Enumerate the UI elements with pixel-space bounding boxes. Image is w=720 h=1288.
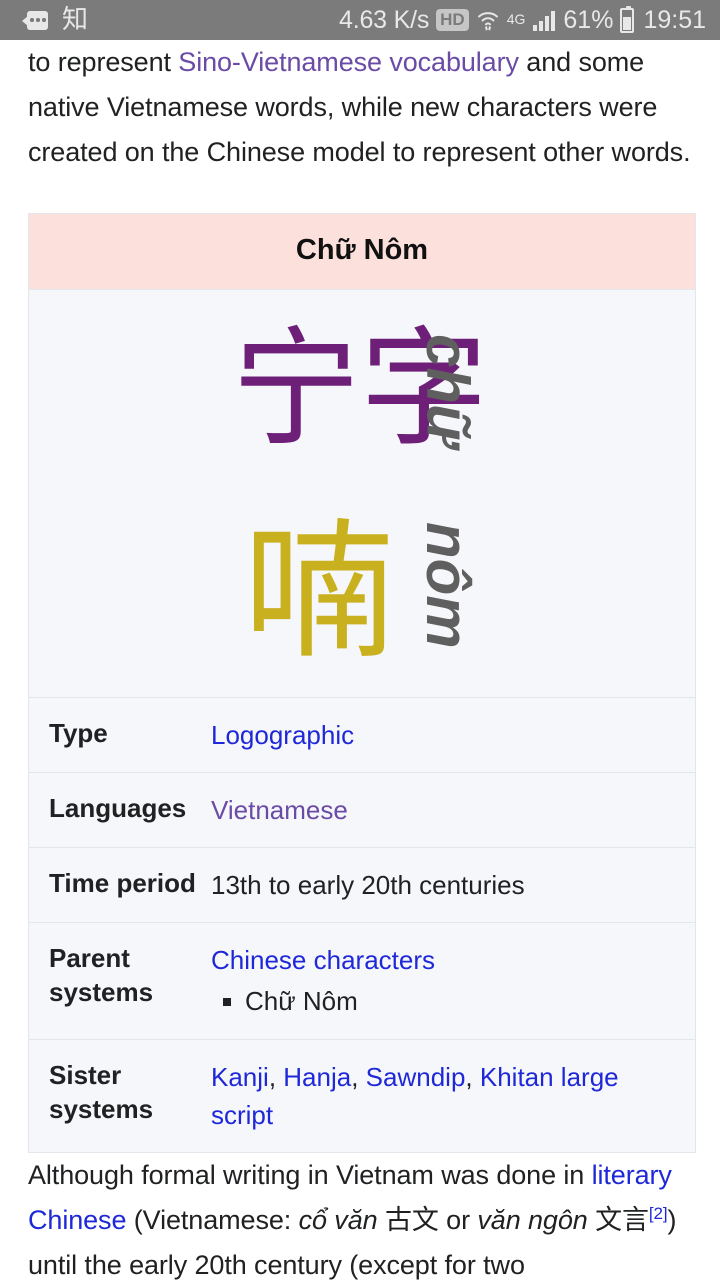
infobox-value-languages: Vietnamese bbox=[211, 772, 696, 848]
link-sawndip[interactable]: Sawndip bbox=[366, 1062, 466, 1092]
paragraph-bottom-mid2: or bbox=[438, 1205, 478, 1235]
link-sino-vietnamese-vocabulary[interactable]: Sino-Vietnamese vocabulary bbox=[178, 47, 519, 77]
paragraph-top-lead: to represent bbox=[28, 47, 179, 77]
link-kanji[interactable]: Kanji bbox=[211, 1062, 269, 1092]
infobox-row-type: Type Logographic bbox=[28, 697, 696, 773]
infobox-label-time-period: Time period bbox=[28, 847, 211, 923]
separator: , bbox=[268, 1062, 284, 1092]
romanization-label-nom: nôm bbox=[414, 522, 481, 649]
separator: , bbox=[465, 1062, 480, 1092]
paragraph-bottom-lead: Although formal writing in Vietnam was d… bbox=[28, 1160, 592, 1190]
paragraph-bottom-mid1: (Vietnamese: bbox=[126, 1205, 299, 1235]
reference-marker-2[interactable]: [2] bbox=[649, 1204, 668, 1223]
glyph-chu-character-1: 宁 bbox=[232, 315, 361, 464]
infobox-parent-systems-sublist: Chữ Nôm bbox=[211, 981, 679, 1021]
chu-nom-glyph-artwork: 宁 字 喃 chữ nôm bbox=[232, 312, 492, 680]
infobox-value-parent-systems: Chinese characters Chữ Nôm bbox=[211, 922, 696, 1040]
infobox-row-languages: Languages Vietnamese bbox=[28, 772, 696, 848]
status-bar-left: 知 bbox=[22, 7, 88, 33]
status-bar-right: 4.63 K/s HD 4G 61% 19:51 bbox=[339, 5, 706, 35]
link-chinese-characters[interactable]: Chinese characters bbox=[211, 945, 435, 975]
infobox-row-sister-systems: Sister systems Kanji, Hanja, Sawndip, Kh… bbox=[28, 1039, 696, 1153]
battery-percent-label: 61% bbox=[563, 5, 614, 34]
infobox-label-languages: Languages bbox=[28, 772, 211, 848]
vietnamese-term-van-ngon: văn ngôn bbox=[477, 1205, 588, 1235]
status-bar: 知 4.63 K/s HD 4G 61% 19:51 bbox=[0, 0, 720, 40]
glyph-nom-character: 喃 bbox=[244, 506, 395, 680]
link-vietnamese[interactable]: Vietnamese bbox=[211, 795, 348, 825]
cjk-term-co-van: 古文 bbox=[384, 1205, 439, 1236]
link-logographic[interactable]: Logographic bbox=[211, 720, 354, 750]
wifi-icon bbox=[476, 8, 500, 32]
sms-message-icon bbox=[22, 10, 48, 30]
infobox-chu-nom: Chữ Nôm 宁 字 喃 chữ nôm Type Logographic L… bbox=[28, 213, 696, 1153]
separator: , bbox=[351, 1062, 366, 1092]
infobox-image-cell[interactable]: 宁 字 喃 chữ nôm bbox=[28, 289, 696, 698]
clock-label: 19:51 bbox=[643, 5, 706, 34]
infobox-label-sister-systems: Sister systems bbox=[28, 1039, 211, 1153]
infobox-label-parent-systems: Parent systems bbox=[28, 922, 211, 1040]
romanization-label-chu: chữ bbox=[414, 334, 481, 447]
infobox-value-type: Logographic bbox=[211, 697, 696, 773]
infobox-row-parent-systems: Parent systems Chinese characters Chữ Nô… bbox=[28, 922, 696, 1040]
infobox-row-time-period: Time period 13th to early 20th centuries bbox=[28, 847, 696, 923]
infobox-title: Chữ Nôm bbox=[28, 213, 696, 290]
infobox-value-time-period: 13th to early 20th centuries bbox=[211, 847, 696, 923]
vietnamese-term-co-van: cổ văn bbox=[298, 1205, 378, 1235]
cjk-term-van-ngon: 文言 bbox=[595, 1205, 649, 1236]
list-item: Chữ Nôm bbox=[223, 981, 679, 1021]
paragraph-bottom: Although formal writing in Vietnam was d… bbox=[28, 1153, 692, 1288]
article-content: to represent Sino-Vietnamese vocabulary … bbox=[0, 40, 720, 1288]
hd-badge: HD bbox=[436, 9, 469, 31]
zhihu-app-icon: 知 bbox=[62, 5, 89, 35]
infobox-label-type: Type bbox=[28, 697, 211, 773]
network-type-label: 4G bbox=[506, 10, 526, 27]
signal-bars-icon bbox=[532, 9, 556, 31]
battery-icon bbox=[620, 5, 635, 33]
link-hanja[interactable]: Hanja bbox=[283, 1062, 351, 1092]
infobox-value-sister-systems: Kanji, Hanja, Sawndip, Khitan large scri… bbox=[211, 1039, 696, 1153]
paragraph-top: to represent Sino-Vietnamese vocabulary … bbox=[28, 40, 692, 175]
network-speed-label: 4.63 K/s bbox=[339, 5, 430, 34]
